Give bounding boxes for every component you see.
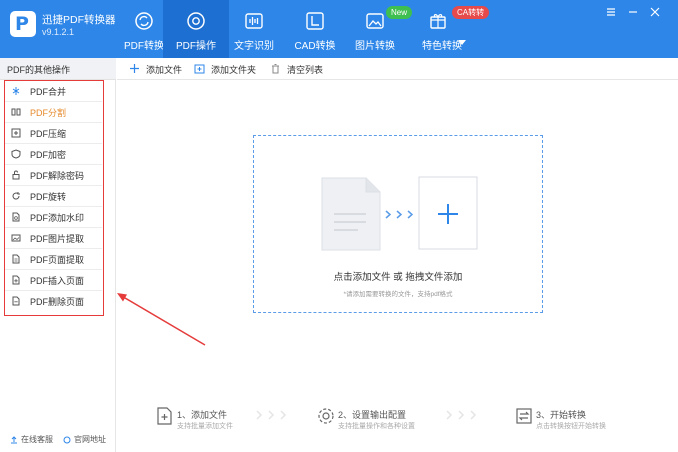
step-title: 2、设置输出配置 <box>338 410 407 420</box>
globe-icon <box>63 436 71 444</box>
split-icon <box>11 108 21 116</box>
sidebar-item-pdf-page-extract[interactable]: PDF页面提取 <box>5 249 102 270</box>
chevron-down-icon[interactable] <box>458 40 466 45</box>
gear-icon <box>318 408 334 424</box>
step-desc: 支持批量添加文件 <box>177 423 233 430</box>
sidebar-footer: 在线客服 官网地址 <box>10 434 106 445</box>
file-plus-icon <box>157 407 172 425</box>
sidebar-item-pdf-unlock[interactable]: PDF解除密码 <box>5 165 102 186</box>
toolbar: 添加文件 添加文件夹 清空列表 <box>117 58 678 80</box>
app-logo: P <box>10 11 36 37</box>
sidebar-item-label: PDF删除页面 <box>30 297 85 307</box>
dropzone-main-text: 点击添加文件 或 拖拽文件添加 <box>333 272 463 283</box>
sidebar: PDF的其他操作 PDF合并 PDF分割 PDF压缩 PDF加密 PDF解除密码… <box>0 58 116 452</box>
annotation-arrow <box>117 293 206 346</box>
nav-label: 图片转换 <box>355 41 395 52</box>
convert-icon <box>516 408 532 424</box>
sidebar-item-label: PDF合并 <box>30 87 67 97</box>
nav-label: 文字识别 <box>234 41 274 52</box>
nav-pdf-operate[interactable]: PDF操作 <box>163 0 229 58</box>
shield-icon <box>11 149 21 159</box>
page-delete-icon <box>12 296 20 306</box>
menu-icon[interactable] <box>605 6 617 18</box>
step-desc: 点击转换按钮开始转换 <box>536 423 606 430</box>
website-link[interactable]: 官网地址 <box>74 435 106 444</box>
sidebar-item-pdf-image-extract[interactable]: PDF图片提取 <box>5 228 102 249</box>
header-bar: P 迅捷PDF转换器 v9.1.2.1 PDF转换 PDF操作 文字识别 CAD… <box>0 0 678 58</box>
nav-cad-convert[interactable]: CAD转换 <box>282 0 348 58</box>
cad-icon <box>306 12 324 30</box>
dropzone-hint-text: *请添加需要转换的文件，支持pdf格式 <box>343 291 453 298</box>
app-name: 迅捷PDF转换器 <box>42 14 116 26</box>
merge-icon <box>12 87 20 95</box>
waveform-icon <box>245 13 263 29</box>
page-extract-icon <box>12 254 20 264</box>
sidebar-item-label: PDF分割 <box>30 108 67 118</box>
nav-ocr[interactable]: 文字识别 <box>221 0 287 58</box>
step-chevron-icon <box>256 410 287 420</box>
unlock-icon <box>12 170 20 180</box>
sidebar-item-pdf-watermark[interactable]: PDF添加水印 <box>5 207 102 228</box>
ca-badge: CA转转 <box>452 6 490 19</box>
file-to-add-illustration-icon <box>321 176 478 251</box>
sidebar-item-pdf-encrypt[interactable]: PDF加密 <box>5 144 102 165</box>
step-title: 1、添加文件 <box>177 410 228 420</box>
sidebar-item-pdf-compress[interactable]: PDF压缩 <box>5 123 102 144</box>
sidebar-item-pdf-rotate[interactable]: PDF旋转 <box>5 186 102 207</box>
step-desc: 支持批量操作和各种设置 <box>338 423 415 430</box>
sidebar-list: PDF合并 PDF分割 PDF压缩 PDF加密 PDF解除密码 PDF旋转 PD… <box>4 80 104 316</box>
file-dropzone[interactable]: 点击添加文件 或 拖拽文件添加 *请添加需要转换的文件，支持pdf格式 <box>253 135 543 313</box>
compress-icon <box>11 128 21 138</box>
sidebar-item-pdf-insert-page[interactable]: PDF插入页面 <box>5 270 102 291</box>
sidebar-item-pdf-split[interactable]: PDF分割 <box>5 102 102 123</box>
sidebar-item-pdf-delete-page[interactable]: PDF删除页面 <box>5 291 102 312</box>
rotate-icon <box>12 192 20 200</box>
close-icon[interactable] <box>649 6 661 18</box>
watermark-icon <box>12 212 20 222</box>
folder-plus-icon <box>194 64 205 74</box>
sidebar-item-label: PDF解除密码 <box>30 171 85 181</box>
sidebar-title: PDF的其他操作 <box>0 58 116 80</box>
sidebar-item-label: PDF添加水印 <box>30 213 85 223</box>
app-version: v9.1.2.1 <box>42 27 75 37</box>
step-chevron-icon <box>446 410 477 420</box>
image-icon <box>366 13 384 29</box>
sidebar-item-label: PDF压缩 <box>30 129 67 139</box>
minimize-icon[interactable] <box>627 6 639 18</box>
nav-label: PDF操作 <box>176 41 216 52</box>
sidebar-item-label: PDF插入页面 <box>30 276 85 286</box>
online-support-link[interactable]: 在线客服 <box>21 435 53 444</box>
logo-letter: P <box>15 13 29 35</box>
sidebar-item-label: PDF页面提取 <box>30 255 85 265</box>
new-badge: New <box>386 6 413 19</box>
step-title: 3、开始转换 <box>536 410 587 420</box>
trash-icon <box>272 64 279 74</box>
plus-icon <box>130 64 139 73</box>
gift-box-icon <box>430 14 446 29</box>
refresh-icon <box>135 12 153 30</box>
sidebar-item-label: PDF旋转 <box>30 192 67 202</box>
sidebar-item-pdf-merge[interactable]: PDF合并 <box>5 81 102 102</box>
page-insert-icon <box>12 275 20 285</box>
sidebar-item-label: PDF加密 <box>30 150 67 160</box>
settings-circle-icon <box>187 12 205 30</box>
sidebar-item-label: PDF图片提取 <box>30 234 85 244</box>
nav-label: CAD转换 <box>294 41 336 52</box>
image-extract-icon <box>11 234 21 242</box>
upload-icon <box>11 436 17 444</box>
